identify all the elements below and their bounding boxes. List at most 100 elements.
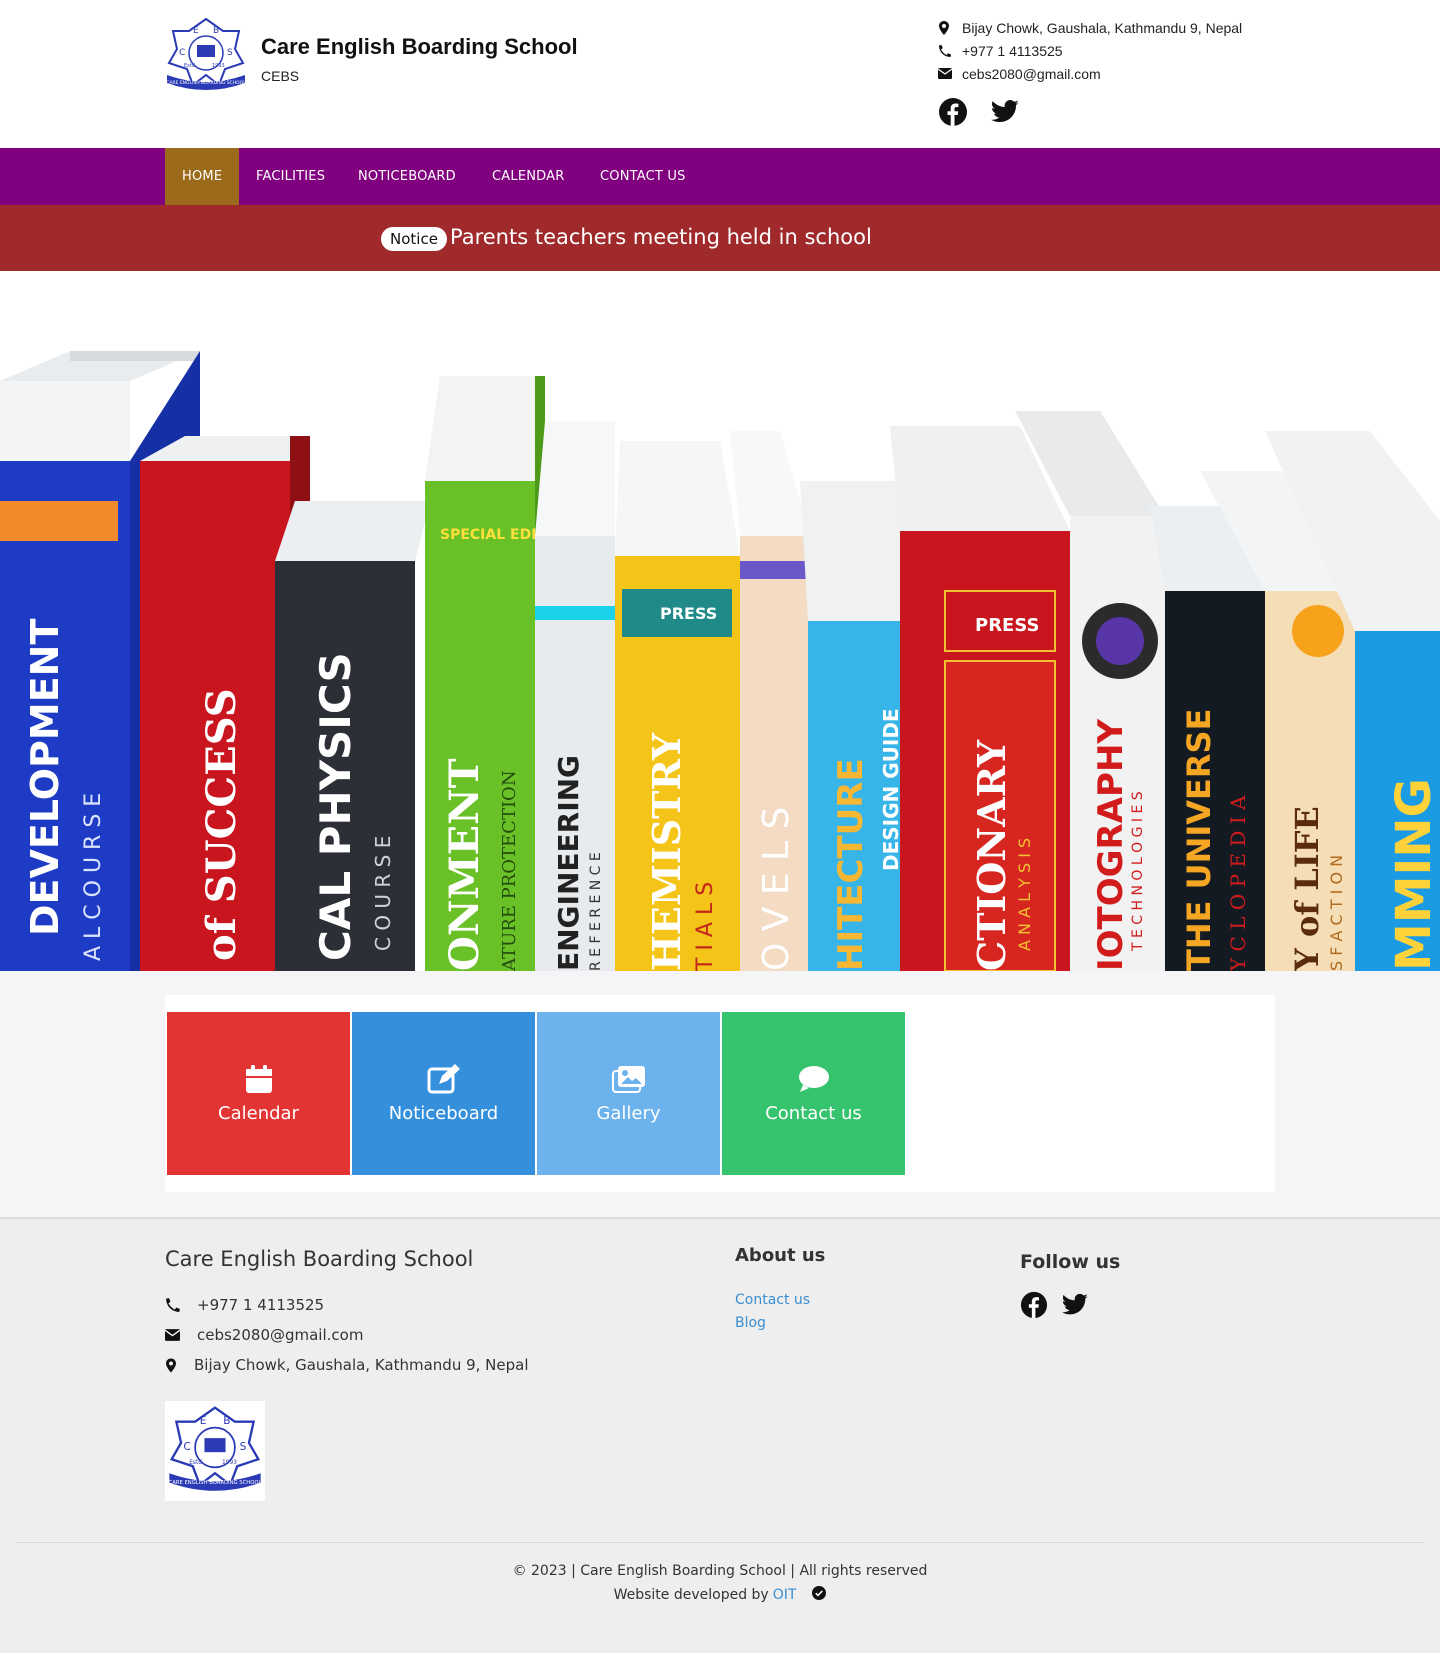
noticeboard-tile-label: Noticeboard	[388, 1103, 499, 1124]
quick-links-section: Calendar Noticeboard Gallery Contact us	[0, 971, 1440, 1217]
spine-life: Y of LIFE	[1288, 806, 1326, 971]
facebook-icon[interactable]	[938, 97, 968, 132]
logo-estd: Estd.	[184, 63, 197, 69]
spine-development: DEVELOPMENT	[23, 619, 67, 936]
footer-social	[1020, 1291, 1090, 1324]
header-email[interactable]: cebs2080@gmail.com	[962, 66, 1101, 82]
twitter-icon[interactable]	[1060, 1291, 1090, 1324]
edit-icon	[427, 1063, 461, 1095]
nav-calendar[interactable]: CALENDAR	[475, 148, 581, 205]
twitter-icon[interactable]	[990, 97, 1020, 132]
books-banner-image: SPECIAL EDITION PRESS PRESS DEVELOPMENT …	[0, 351, 1440, 971]
spine-architecture: HITECTURE	[831, 758, 871, 971]
map-marker-icon	[165, 1358, 194, 1373]
footer-logo-letter-c: C	[183, 1441, 190, 1453]
main-nav: HOME FACILITIES NOTICEBOARD CALENDAR CON…	[0, 148, 1440, 205]
footer-phone-row: +977 1 4113525	[165, 1296, 324, 1314]
site-header: E B C S Estd. 1993 CARE ENGLISH BOARDING…	[0, 0, 1440, 148]
logo-ribbon-text: CARE ENGLISH BOARDING SCHOOL	[166, 80, 246, 86]
spine-success: of SUCCESS	[198, 688, 245, 961]
spine-technologies: T E C H N O L O G I E S	[1130, 791, 1146, 952]
map-marker-icon	[938, 20, 962, 35]
developer-credit: Website developed by OIT	[0, 1586, 1440, 1604]
header-phone-row: +977 1 4113525	[938, 39, 1358, 62]
quick-links-panel: Calendar Noticeboard Gallery Contact us	[165, 995, 1275, 1192]
spine-satisfaction: S F A C T I O N	[1327, 855, 1346, 971]
calendar-tile-label: Calendar	[218, 1103, 299, 1124]
nav-contact-us[interactable]: CONTACT US	[583, 148, 703, 205]
footer-logo-estd: Estd.	[189, 1460, 204, 1466]
footer-address-row: Bijay Chowk, Gaushala, Kathmandu 9, Nepa…	[165, 1356, 529, 1374]
footer-logo-letter-s: S	[240, 1441, 247, 1453]
nav-home[interactable]: HOME	[165, 148, 240, 205]
spine-analysis: A N A L Y S I S	[1015, 838, 1034, 951]
logo-letter-c: C	[179, 48, 185, 58]
spine-design-guide: DESIGN GUIDE	[879, 708, 903, 871]
footer-phone[interactable]: +977 1 4113525	[197, 1296, 324, 1314]
spine-dictionary: CTIONARY	[969, 739, 1014, 971]
spine-engineering: ENGINEERING	[552, 755, 585, 971]
footer-logo-letter-e: E	[200, 1415, 207, 1427]
footer-link-blog[interactable]: Blog	[735, 1315, 766, 1331]
footer-divider	[16, 1542, 1424, 1543]
footer-logo[interactable]: E B C S Estd. 1993 CARE ENGLISH BOARDING…	[165, 1401, 265, 1501]
gallery-tile[interactable]: Gallery	[537, 1012, 720, 1175]
school-logo[interactable]: E B C S Estd. 1993 CARE ENGLISH BOARDING…	[165, 17, 247, 92]
spine-photography: IOTOGRAPHY	[1091, 719, 1131, 971]
spine-essentials: T I A L S	[693, 882, 718, 971]
check-circle-icon	[812, 1586, 827, 1604]
spine-nature: ATURE PROTECTION	[499, 770, 520, 971]
envelope-icon	[938, 68, 962, 79]
copyright-text: © 2023 | Care English Boarding School | …	[512, 1563, 928, 1579]
calendar-tile[interactable]: Calendar	[167, 1012, 350, 1175]
phone-icon	[938, 44, 962, 58]
gallery-tile-label: Gallery	[596, 1103, 661, 1124]
header-contact: Bijay Chowk, Gaushala, Kathmandu 9, Nepa…	[938, 16, 1358, 85]
facebook-icon[interactable]	[1020, 1291, 1048, 1324]
spine-physics: CAL PHYSICS	[311, 652, 360, 961]
hero-banner: SPECIAL EDITION PRESS PRESS DEVELOPMENT …	[0, 271, 1440, 971]
contact-us-tile-label: Contact us	[765, 1103, 862, 1124]
spine-course-2: C O U R S E	[371, 836, 395, 951]
developer-link[interactable]: OIT	[773, 1587, 797, 1603]
spine-encyclopedia: Y C L O P E D I A	[1226, 795, 1250, 971]
spine-reference: R E F E R E N C E	[588, 852, 604, 971]
spine-universe: THE UNIVERSE	[1180, 709, 1218, 971]
footer-logo-letter-b: B	[223, 1415, 230, 1427]
logo-letter-b: B	[213, 26, 219, 36]
footer-email[interactable]: cebs2080@gmail.com	[197, 1326, 363, 1344]
header-email-row: cebs2080@gmail.com	[938, 62, 1358, 85]
footer-email-row: cebs2080@gmail.com	[165, 1326, 363, 1344]
developed-by-text: Website developed by	[613, 1587, 769, 1603]
header-address: Bijay Chowk, Gaushala, Kathmandu 9, Nepa…	[962, 19, 1243, 36]
school-name[interactable]: Care English Boarding School	[261, 34, 578, 60]
envelope-icon	[165, 1329, 197, 1341]
spine-novels: O V E L S	[756, 807, 797, 971]
logo-letter-e: E	[193, 26, 199, 36]
notice-badge: Notice	[381, 227, 447, 251]
spine-course-1: A L C O U R S E	[81, 793, 106, 961]
school-abbreviation: CEBS	[261, 68, 300, 84]
follow-us-heading: Follow us	[1020, 1251, 1121, 1273]
phone-icon	[165, 1297, 197, 1313]
spine-programming: MMING	[1386, 778, 1440, 971]
header-phone[interactable]: +977 1 4113525	[962, 43, 1063, 59]
footer-school-name: Care English Boarding School	[165, 1247, 474, 1271]
notice-text[interactable]: Parents teachers meeting held in school	[450, 225, 872, 249]
nav-noticeboard[interactable]: NOTICEBOARD	[341, 148, 473, 205]
header-social	[938, 97, 1020, 132]
notice-marquee: Notice Parents teachers meeting held in …	[0, 205, 1440, 271]
footer-link-contact-us[interactable]: Contact us	[735, 1292, 810, 1308]
logo-letter-s: S	[227, 48, 233, 58]
site-footer: Care English Boarding School +977 1 4113…	[0, 1217, 1440, 1653]
spine-chemistry: HEMISTRY	[644, 732, 689, 971]
spine-press-2: PRESS	[975, 615, 1039, 636]
about-us-heading: About us	[735, 1245, 826, 1266]
spine-press-1: PRESS	[660, 604, 717, 623]
nav-facilities[interactable]: FACILITIES	[239, 148, 342, 205]
footer-logo-year: 1993	[222, 1460, 237, 1466]
footer-logo-ribbon: CARE ENGLISH BOARDING SCHOOL	[169, 1480, 262, 1486]
calendar-icon	[245, 1063, 273, 1095]
contact-us-tile[interactable]: Contact us	[722, 1012, 905, 1175]
noticeboard-tile[interactable]: Noticeboard	[352, 1012, 535, 1175]
